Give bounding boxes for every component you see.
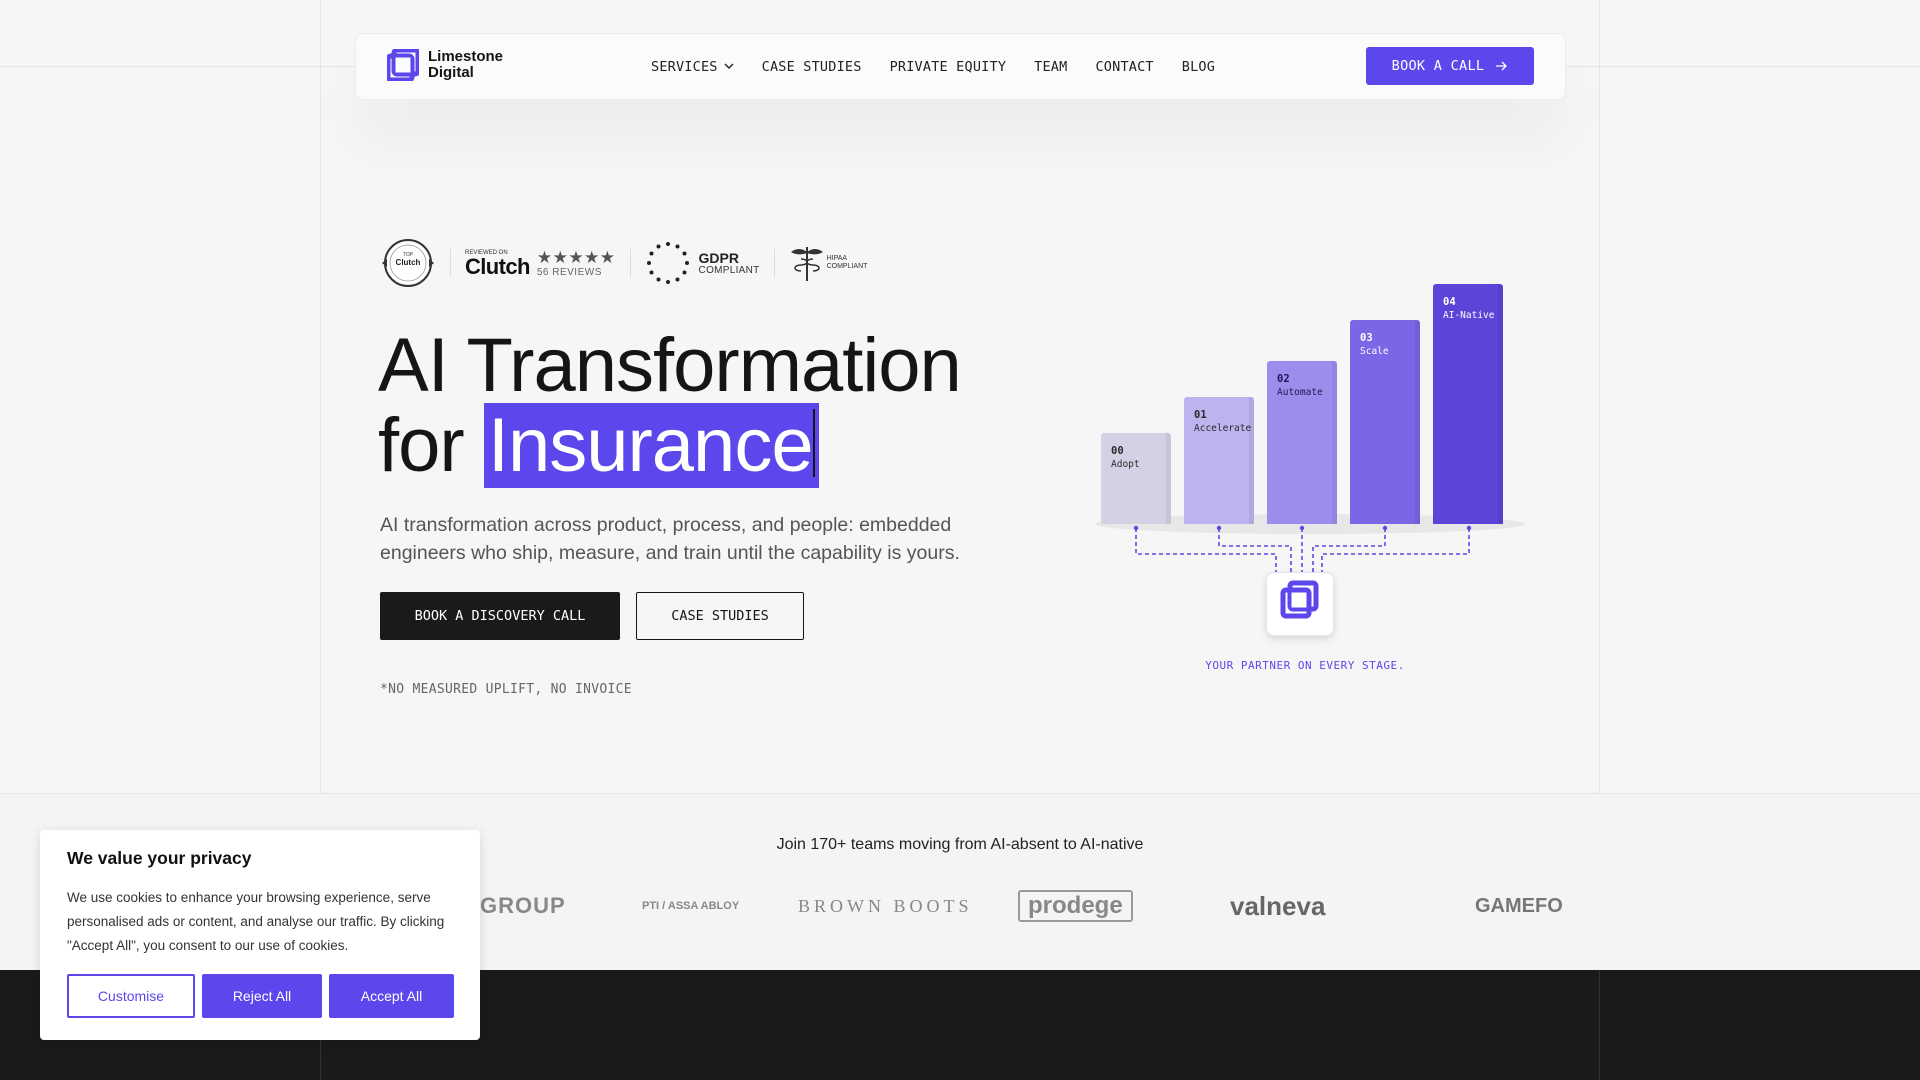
hipaa-badge: HIPAA COMPLIANT [789,243,868,283]
grid-line-right-dark [1599,970,1600,1080]
client-logos-row: GROUP PTI / ASSA ABLOY BROWN BOOTS prode… [470,886,1595,926]
client-logo-gamefo: GAMEFO [1475,894,1563,917]
nav-contact[interactable]: CONTACT [1095,59,1153,75]
case-studies-button[interactable]: CASE STUDIES [636,592,804,640]
clutch-wordmark: Clutch [465,253,530,279]
hero-subtitle: AI transformation across product, proces… [380,514,960,564]
clutch-reviews-badge[interactable]: REVIEWED ON Clutch ★★★★★ 56 REVIEWS [465,247,616,279]
badge-separator [450,249,451,277]
hipaa-line-1: HIPAA [826,255,848,262]
gdpr-subtitle: COMPLIANT [698,264,760,276]
hero-title-highlight: Insurance [483,403,819,488]
nav-blog[interactable]: BLOG [1182,59,1215,75]
client-logo-group: GROUP [480,893,566,918]
nav-services[interactable]: SERVICES [651,59,734,75]
cookie-consent-banner: We value your privacy We use cookies to … [40,830,480,1040]
cookie-title: We value your privacy [67,848,252,868]
caduceus-icon [790,247,823,281]
book-discovery-call-button[interactable]: BOOK A DISCOVERY CALL [380,592,620,640]
stage-label: Adopt [1111,459,1140,470]
stage-label: Accelerate [1194,423,1252,434]
typing-caret [812,409,815,477]
cookie-body: We use cookies to enhance your browsing … [67,890,445,953]
nav-team[interactable]: TEAM [1034,59,1067,75]
hero-footnote: *NO MEASURED UPLIFT, NO INVOICE [380,682,632,697]
nav-case-studies[interactable]: CASE STUDIES [762,59,862,75]
eu-stars-icon [646,242,689,284]
book-a-call-button[interactable]: BOOK A CALL [1366,47,1534,85]
nav-private-equity[interactable]: PRIVATE EQUITY [890,59,1007,75]
stage-bar-03: 03 Scale [1350,320,1420,524]
trust-badges: TOP Clutch REVIEWED ON Clutch ★★★★★ 56 R… [380,238,867,288]
client-logo-prodege: prodege [1018,886,1133,926]
client-logo-pti-assa-abloy: PTI / ASSA ABLOY [642,900,740,912]
clutch-review-count: 56 REVIEWS [536,266,602,278]
client-logo-valneva: valneva [1230,890,1326,921]
brand-logo[interactable]: Limestone Digital [385,47,504,83]
reject-all-button[interactable]: Reject All [202,974,322,1018]
stage-bar-00: 00 Adopt [1101,433,1171,524]
nav-links: SERVICES CASE STUDIES PRIVATE EQUITY TEA… [651,34,1215,99]
arrow-right-icon [1496,61,1508,71]
gdpr-badge: GDPR COMPLIANT [645,240,760,286]
customise-button[interactable]: Customise [67,974,195,1018]
clutch-top-company-seal: TOP Clutch [380,238,436,288]
stage-bar-04: 04 AI-Native [1433,284,1503,524]
top-navbar: Limestone Digital SERVICES CASE STUDIES … [355,33,1566,100]
stage-number: 02 [1277,373,1290,385]
stage-label: AI-Native [1443,310,1495,321]
stage-label: Scale [1360,346,1389,357]
hero-title-line-1: AI Transformation [378,323,962,408]
transformation-stages-illustration: 00 Adopt 01 Accelerate 02 Automate 03 Scale 04 AI… [1080,272,1540,672]
stage-number: 03 [1360,332,1373,344]
partner-hub-icon [1266,572,1334,636]
hero-title: AI Transformation for Insurance [378,323,962,488]
stage-bar-02: 02 Automate [1267,361,1337,524]
hero-title-for: for [378,403,465,488]
stage-label: Automate [1277,387,1323,398]
logo-line-1: Limestone [428,48,504,65]
stage-number: 04 [1443,296,1456,308]
logo-line-2: Digital [428,64,474,81]
badge-separator [629,249,631,277]
star-rating-icon: ★★★★★ [536,247,616,267]
partner-caption: YOUR PARTNER ON EVERY STAGE. [1205,659,1405,672]
stage-number: 00 [1111,445,1124,457]
hipaa-line-2: COMPLIANT [826,263,868,270]
stage-bar-01: 01 Accelerate [1184,397,1254,524]
client-logo-brown-boots: BROWN BOOTS [798,895,973,916]
stage-number: 01 [1194,409,1207,421]
chevron-down-icon [724,63,734,69]
accept-all-button[interactable]: Accept All [329,974,454,1018]
limestone-logo-icon [385,47,421,83]
gdpr-title: GDPR [698,249,739,266]
badge-separator [773,249,775,277]
